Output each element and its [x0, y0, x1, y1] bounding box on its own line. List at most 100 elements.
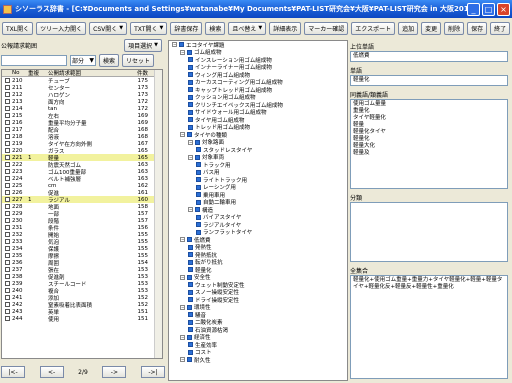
column-header-dup[interactable]: 重複: [28, 70, 48, 77]
expand-toggle-icon[interactable]: −: [180, 237, 185, 243]
row-checkbox[interactable]: [5, 183, 10, 188]
maximize-button[interactable]: □: [482, 2, 495, 16]
row-checkbox[interactable]: [5, 113, 10, 118]
tree-item[interactable]: スタッドレスタイヤ: [169, 146, 347, 154]
tree-item[interactable]: レーシング用: [169, 184, 347, 191]
column-header-no[interactable]: No: [12, 70, 28, 76]
row-checkbox[interactable]: [5, 155, 10, 160]
row-checkbox[interactable]: [5, 120, 10, 125]
marker-check-button[interactable]: マーカー確認: [304, 21, 349, 35]
row-checkbox[interactable]: [5, 295, 10, 300]
row-checkbox[interactable]: [5, 162, 10, 167]
search-button[interactable]: 検索: [205, 21, 226, 35]
column-header-count[interactable]: 件数: [128, 70, 148, 77]
search-button[interactable]: 検索: [99, 53, 120, 67]
txl-open-button[interactable]: TXL開く: [2, 21, 34, 35]
add-button[interactable]: 追加: [398, 21, 419, 35]
expand-toggle-icon[interactable]: −: [180, 357, 185, 363]
close-button[interactable]: ×: [497, 2, 510, 16]
row-checkbox[interactable]: [5, 316, 10, 321]
row-checkbox[interactable]: [5, 197, 10, 202]
row-checkbox[interactable]: [5, 302, 10, 307]
row-checkbox[interactable]: [5, 281, 10, 286]
row-checkbox[interactable]: [5, 260, 10, 265]
row-checkbox[interactable]: [5, 218, 10, 223]
row-checkbox[interactable]: [5, 176, 10, 181]
table-row[interactable]: 224 ベルト補強層 163: [2, 175, 162, 183]
row-checkbox[interactable]: [5, 267, 10, 272]
row-checkbox[interactable]: [5, 148, 10, 153]
table-row[interactable]: 213 面方向 172: [2, 98, 162, 106]
csv-open-button[interactable]: CSV開く ▼: [89, 21, 128, 35]
last-page-button[interactable]: ->|: [140, 366, 165, 378]
row-checkbox[interactable]: [5, 204, 10, 209]
row-checkbox[interactable]: [5, 239, 10, 244]
row-checkbox[interactable]: [5, 92, 10, 97]
save-button[interactable]: 保存: [467, 21, 488, 35]
save-dictionary-button[interactable]: 辞書保存: [170, 21, 203, 35]
synonyms-field[interactable]: 使用ゴム量量 重量化 タイヤ軽量化 軽量 軽量化タイヤ 軽量化 軽量大化 軽量及: [350, 99, 508, 189]
expand-toggle-icon[interactable]: −: [180, 334, 185, 340]
expand-toggle-icon[interactable]: −: [188, 139, 193, 145]
tree-item[interactable]: − タイヤの種類: [169, 131, 347, 139]
tree-item[interactable]: 乗用車用: [169, 191, 347, 199]
expression-field[interactable]: 軽量化+使用ゴム重量+重量力+タイヤ軽量化+軽量+軽量タイヤ+軽量化反+軽量反+…: [350, 275, 508, 379]
tree-item[interactable]: ラジアルタイヤ: [169, 221, 347, 229]
export-button[interactable]: エクスポート: [351, 21, 396, 35]
expand-toggle-icon[interactable]: −: [172, 42, 177, 48]
expand-toggle-icon[interactable]: −: [180, 132, 185, 138]
list-scrollbar[interactable]: [154, 70, 162, 358]
row-checkbox[interactable]: [5, 99, 10, 104]
expand-toggle-icon[interactable]: −: [188, 207, 193, 213]
reset-button[interactable]: リセット: [122, 53, 155, 67]
tree-item[interactable]: バイアスタイヤ: [169, 214, 347, 221]
tree-item[interactable]: ライトトラック用: [169, 176, 347, 184]
tree-item[interactable]: − 対象車両: [169, 154, 347, 161]
row-checkbox[interactable]: [5, 246, 10, 251]
expand-toggle-icon[interactable]: −: [180, 49, 185, 55]
row-checkbox[interactable]: [5, 190, 10, 195]
detail-view-button[interactable]: 詳細表示: [269, 21, 302, 35]
tree-item[interactable]: − 対象路面: [169, 139, 347, 146]
txt-open-button[interactable]: TXT開く ▼: [130, 21, 168, 35]
row-checkbox[interactable]: [5, 211, 10, 216]
upper-word-field[interactable]: 低燃費: [350, 51, 508, 62]
search-mode-select[interactable]: 部分 ▼: [70, 54, 96, 66]
row-checkbox[interactable]: [5, 127, 10, 132]
claims-list[interactable]: No 重複 公開請求範囲 件数 210 チューブ 175 211 センター 173 212 ハ…: [1, 69, 163, 359]
row-checkbox[interactable]: [5, 134, 10, 139]
tree-item[interactable]: − 耐久性: [169, 356, 347, 364]
next-page-button[interactable]: ->: [102, 366, 127, 378]
tree-item[interactable]: バス用: [169, 169, 347, 176]
minimize-button[interactable]: _: [467, 2, 480, 16]
expand-toggle-icon[interactable]: −: [188, 154, 193, 160]
row-checkbox[interactable]: [5, 225, 10, 230]
search-input[interactable]: [1, 54, 67, 66]
change-button[interactable]: 変更: [421, 21, 442, 35]
row-checkbox[interactable]: [5, 78, 10, 83]
exit-button[interactable]: 終了: [490, 21, 511, 35]
expand-toggle-icon[interactable]: −: [180, 274, 185, 280]
row-checkbox[interactable]: [5, 106, 10, 111]
word-field[interactable]: 軽量化: [350, 75, 508, 86]
delete-button[interactable]: 削除: [444, 21, 465, 35]
thesaurus-tree[interactable]: − エコタイヤ課題 − ゴム組成物 インスレーション用ゴム組成物 インナーライナー用ゴム組…: [168, 40, 348, 381]
row-checkbox[interactable]: [5, 274, 10, 279]
tree-item[interactable]: トラック用: [169, 161, 347, 169]
first-page-button[interactable]: |<-: [1, 366, 25, 378]
row-checkbox[interactable]: [5, 141, 10, 146]
tree-item[interactable]: − 構造: [169, 206, 347, 214]
row-checkbox[interactable]: [5, 85, 10, 90]
expand-toggle-icon[interactable]: −: [180, 304, 185, 310]
tree-item[interactable]: 自動二輪車用: [169, 199, 347, 206]
row-checkbox[interactable]: [5, 253, 10, 258]
item-select-button[interactable]: 項目選択 ▼: [124, 38, 162, 52]
table-row[interactable]: 244 使用 151: [2, 315, 162, 323]
sort-button[interactable]: 且べ替え ▼: [228, 21, 267, 35]
category-field[interactable]: [350, 202, 508, 262]
tree-input-open-button[interactable]: ツリー入力開く: [36, 21, 87, 35]
prev-page-button[interactable]: <-: [39, 366, 64, 378]
row-checkbox[interactable]: [5, 288, 10, 293]
row-checkbox[interactable]: [5, 169, 10, 174]
row-checkbox[interactable]: [5, 309, 10, 314]
